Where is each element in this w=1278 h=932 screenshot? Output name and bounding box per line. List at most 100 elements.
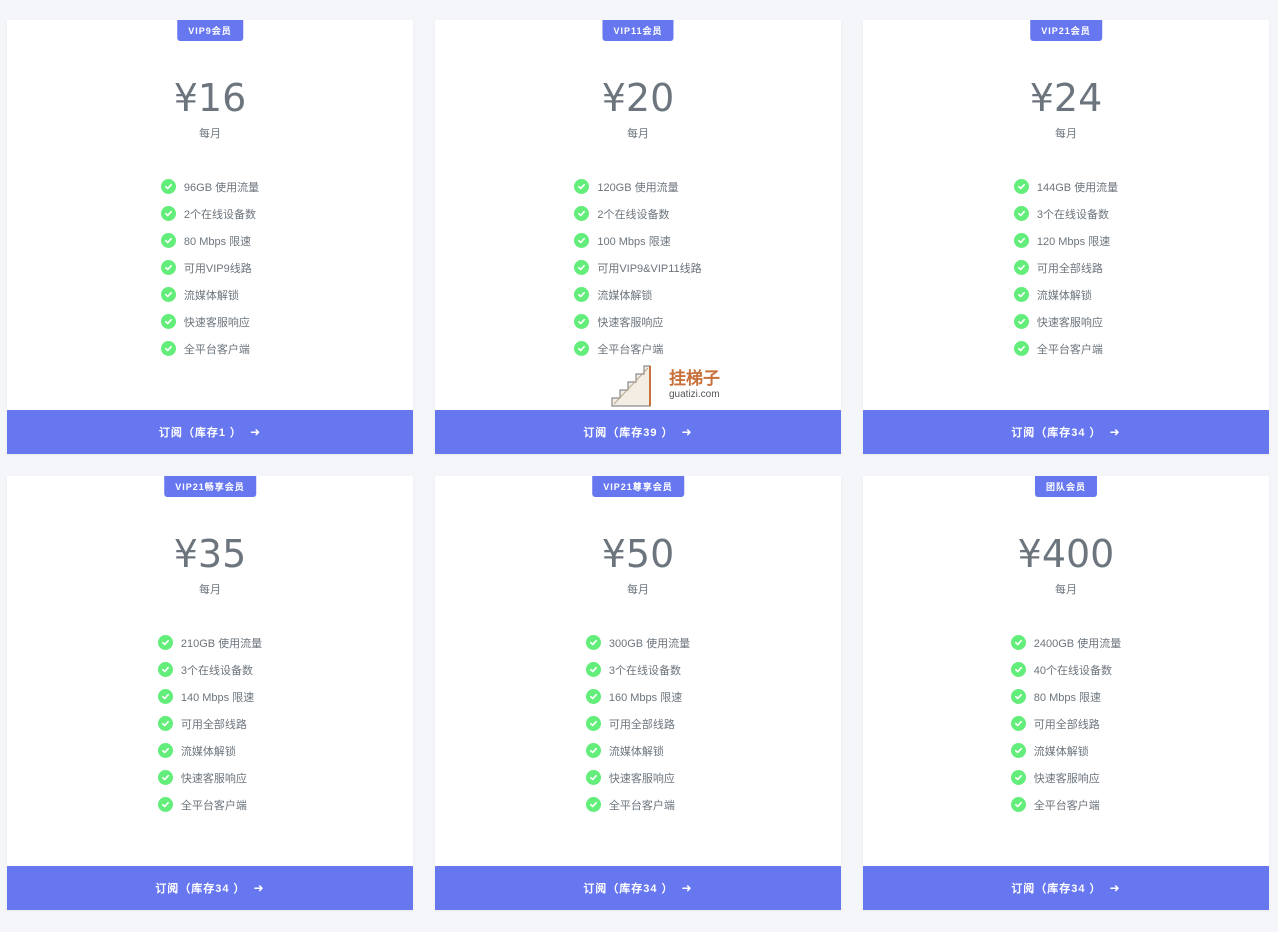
watermark-title: 挂梯子 (669, 369, 720, 388)
subscribe-label: 订阅（库存34 ） (1011, 883, 1102, 895)
feature-text: 流媒体解锁 (183, 289, 239, 302)
check-circle-icon (157, 797, 173, 812)
arrow-right-icon: ➜ (1109, 881, 1121, 895)
feature-item: 2400GB 使用流量 (1010, 629, 1121, 656)
check-circle-icon (1010, 635, 1026, 650)
check-circle-icon (574, 341, 590, 356)
feature-text: 可用全部线路 (608, 718, 675, 731)
feature-item: 120 Mbps 限速 (1013, 227, 1118, 254)
feature-item: 流媒体解锁 (1010, 737, 1121, 764)
check-circle-icon (1013, 206, 1029, 221)
feature-item: 2个在线设备数 (574, 200, 701, 227)
feature-item: 快速客服响应 (157, 764, 262, 791)
plan-price: ¥50 (601, 532, 675, 576)
check-circle-icon (1013, 314, 1029, 329)
subscribe-label: 订阅（库存34 ） (583, 883, 674, 895)
feature-list: 300GB 使用流量 3个在线设备数 160 Mbps 限速 可用全部线路 流媒… (435, 629, 841, 818)
subscribe-button[interactable]: 订阅（库存34 ） ➜ (7, 866, 413, 910)
feature-text: 3个在线设备数 (608, 664, 681, 677)
feature-item: 全平台客户端 (585, 791, 690, 818)
feature-text: 可用全部线路 (1033, 718, 1100, 731)
feature-item: 全平台客户端 (160, 335, 259, 362)
feature-text: 160 Mbps 限速 (608, 691, 683, 704)
check-circle-icon (1010, 662, 1026, 677)
check-circle-icon (157, 716, 173, 731)
feature-text: 120GB 使用流量 (597, 181, 679, 194)
feature-item: 全平台客户端 (157, 791, 262, 818)
feature-item: 3个在线设备数 (1013, 200, 1118, 227)
feature-text: 流媒体解锁 (608, 745, 664, 758)
feature-item: 可用全部线路 (1010, 710, 1121, 737)
check-circle-icon (1010, 797, 1026, 812)
check-circle-icon (160, 233, 176, 248)
feature-list: 210GB 使用流量 3个在线设备数 140 Mbps 限速 可用全部线路 流媒… (7, 629, 413, 818)
feature-item: 3个在线设备数 (585, 656, 690, 683)
plan-price: ¥16 (173, 76, 247, 120)
feature-text: 3个在线设备数 (1036, 208, 1109, 221)
feature-text: 可用全部线路 (1036, 262, 1103, 275)
plan-badge: VIP11会员 (602, 20, 674, 41)
check-circle-icon (574, 260, 590, 275)
check-circle-icon (1013, 233, 1029, 248)
feature-text: 210GB 使用流量 (180, 637, 263, 650)
check-circle-icon (585, 689, 601, 704)
feature-item: 流媒体解锁 (160, 281, 259, 308)
feature-list: 2400GB 使用流量 40个在线设备数 80 Mbps 限速 可用全部线路 流… (863, 629, 1269, 818)
feature-text: 快速客服响应 (608, 772, 675, 785)
subscribe-button[interactable]: 订阅（库存1 ） ➜ (7, 410, 413, 454)
subscribe-button[interactable]: 订阅（库存39 ） ➜ (435, 410, 841, 454)
subscribe-label: 订阅（库存34 ） (155, 883, 246, 895)
feature-item: 快速客服响应 (585, 764, 690, 791)
check-circle-icon (574, 287, 590, 302)
feature-item: 100 Mbps 限速 (574, 227, 701, 254)
subscribe-label: 订阅（库存34 ） (1011, 427, 1102, 439)
check-circle-icon (585, 635, 601, 650)
arrow-right-icon: ➜ (681, 425, 693, 439)
subscribe-label: 订阅（库存1 ） (158, 427, 243, 439)
subscribe-label: 订阅（库存39 ） (583, 427, 674, 439)
feature-item: 快速客服响应 (1010, 764, 1121, 791)
plan-badge: VIP21畅享会员 (164, 476, 256, 497)
plan-period: 每月 (627, 128, 649, 140)
check-circle-icon (585, 770, 601, 785)
feature-text: 80 Mbps 限速 (183, 235, 252, 248)
feature-text: 100 Mbps 限速 (597, 235, 671, 248)
subscribe-button[interactable]: 订阅（库存34 ） ➜ (435, 866, 841, 910)
check-circle-icon (585, 797, 601, 812)
feature-item: 160 Mbps 限速 (585, 683, 690, 710)
feature-item: 快速客服响应 (1013, 308, 1118, 335)
arrow-right-icon: ➜ (250, 425, 262, 439)
feature-text: 流媒体解锁 (597, 289, 653, 302)
feature-item: 210GB 使用流量 (157, 629, 263, 656)
check-circle-icon (1013, 341, 1029, 356)
feature-item: 80 Mbps 限速 (1010, 683, 1121, 710)
check-circle-icon (574, 179, 590, 194)
check-circle-icon (160, 287, 176, 302)
check-circle-icon (157, 689, 173, 704)
plan-period: 每月 (199, 128, 221, 140)
feature-item: 可用VIP9线路 (160, 254, 259, 281)
feature-text: 全平台客户端 (1036, 343, 1103, 356)
subscribe-button[interactable]: 订阅（库存34 ） ➜ (863, 410, 1269, 454)
feature-item: 可用VIP9&VIP11线路 (574, 254, 702, 281)
feature-item: 可用全部线路 (1013, 254, 1118, 281)
feature-text: 可用全部线路 (180, 718, 247, 731)
feature-text: 快速客服响应 (183, 316, 250, 329)
feature-list: 144GB 使用流量 3个在线设备数 120 Mbps 限速 可用全部线路 流媒… (863, 173, 1269, 362)
feature-item: 快速客服响应 (574, 308, 701, 335)
arrow-right-icon: ➜ (681, 881, 693, 895)
check-circle-icon (160, 206, 176, 221)
feature-item: 300GB 使用流量 (585, 629, 690, 656)
feature-text: 120 Mbps 限速 (1036, 235, 1111, 248)
feature-item: 2个在线设备数 (160, 200, 259, 227)
plan-price: ¥24 (1029, 76, 1103, 120)
feature-item: 可用全部线路 (157, 710, 262, 737)
feature-text: 可用VIP9&VIP11线路 (597, 262, 702, 275)
feature-text: 流媒体解锁 (1036, 289, 1092, 302)
feature-item: 流媒体解锁 (1013, 281, 1118, 308)
subscribe-button[interactable]: 订阅（库存34 ） ➜ (863, 866, 1269, 910)
feature-text: 流媒体解锁 (180, 745, 236, 758)
check-circle-icon (1013, 260, 1029, 275)
plan-card-vip21-plus: VIP21畅享会员 ¥35 每月 210GB 使用流量 3个在线设备数 140 … (7, 476, 413, 910)
feature-item: 流媒体解锁 (574, 281, 701, 308)
